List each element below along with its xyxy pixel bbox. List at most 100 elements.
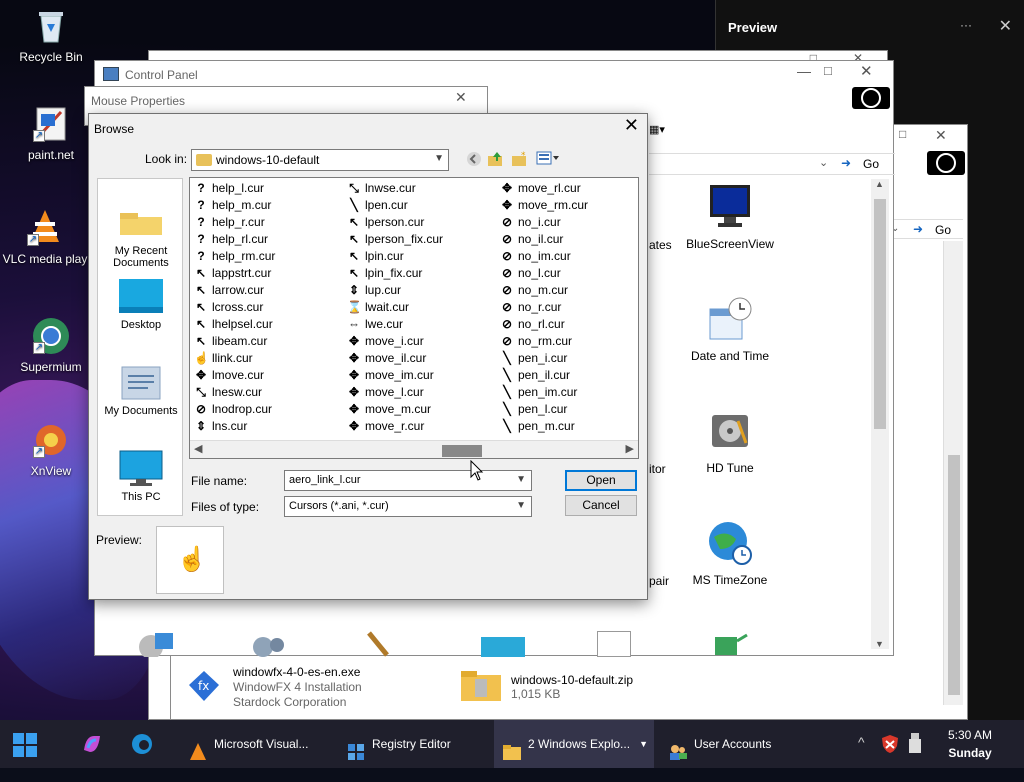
desktop-icon-supermium[interactable]: ↗ Supermium	[6, 316, 96, 374]
close-icon[interactable]: ✕	[455, 89, 467, 106]
file-item[interactable]: ⊘ no_il.cur	[498, 231, 638, 248]
file-item[interactable]: ✥ move_i.cur	[345, 333, 495, 350]
scroll-up-arrow[interactable]: ▲	[875, 179, 884, 189]
file-item[interactable]: ✥ move_rm.cur	[498, 197, 638, 214]
file-item[interactable]: ↖ lperson.cur	[345, 214, 495, 231]
scrollbar-thumb[interactable]	[442, 445, 482, 457]
look-in-dropdown[interactable]: windows-10-default ▼	[191, 149, 449, 171]
file-item[interactable]: ╲ pen_im.cur	[498, 384, 638, 401]
chevron-up-icon[interactable]: ^	[858, 734, 865, 750]
file-item[interactable]: ⇔ lwe.cur	[345, 316, 495, 333]
taskbar-item-windows-explorer[interactable]: 2 Windows Explo... ▼	[494, 720, 654, 768]
back-arrow-icon[interactable]	[465, 151, 483, 169]
file-item[interactable]: ⊘ no_r.cur	[498, 299, 638, 316]
place-recent-documents[interactable]: My Recent Documents	[98, 203, 184, 269]
file-item[interactable]: ╲ pen_il.cur	[498, 367, 638, 384]
file-item[interactable]: ✥ move_m.cur	[345, 401, 495, 418]
media-icon[interactable]	[135, 629, 175, 659]
file-item[interactable]: ⊘ no_rl.cur	[498, 316, 638, 333]
file-item[interactable]: ↖ libeam.cur	[192, 333, 342, 350]
new-folder-icon[interactable]: *	[511, 151, 529, 169]
display-icon[interactable]	[481, 637, 525, 657]
taskbar-item-visual-studio[interactable]: Microsoft Visual...	[180, 720, 328, 768]
file-item[interactable]: ⊘ no_l.cur	[498, 265, 638, 282]
file-item[interactable]: ↖ lpin_fix.cur	[345, 265, 495, 282]
scroll-right-arrow[interactable]: ▶	[626, 442, 634, 455]
file-item[interactable]: ↖ lappstrt.cur	[192, 265, 342, 282]
vertical-scrollbar[interactable]: ▲ ▼	[871, 179, 889, 649]
file-item[interactable]: ⊘ no_m.cur	[498, 282, 638, 299]
file-item[interactable]: ⊘ no_rm.cur	[498, 333, 638, 350]
control-panel-item-partial[interactable]: itor	[649, 462, 666, 476]
file-item[interactable]: ⇕ lns.cur	[192, 418, 342, 435]
close-icon[interactable]: ✕	[624, 115, 639, 136]
file-item[interactable]: ⊘ lnodrop.cur	[192, 401, 342, 418]
security-shield-icon[interactable]	[880, 734, 900, 754]
chevron-down-icon[interactable]: ▼	[434, 153, 444, 164]
file-item[interactable]: ✥ move_il.cur	[345, 350, 495, 367]
more-icon[interactable]: ···	[960, 18, 972, 32]
file-item[interactable]: ⤡ lnesw.cur	[192, 384, 342, 401]
file-item[interactable]: ✥ move_r.cur	[345, 418, 495, 435]
cancel-button[interactable]: Cancel	[565, 495, 637, 516]
circle-button[interactable]	[927, 151, 965, 175]
edge-icon[interactable]	[130, 732, 154, 756]
maximize-icon[interactable]: □	[824, 63, 832, 78]
chevron-down-icon[interactable]: ▼	[639, 720, 648, 768]
taskbar-item-user-accounts[interactable]: User Accounts	[660, 720, 810, 768]
scroll-left-arrow[interactable]: ◀	[194, 442, 202, 455]
control-panel-item-partial[interactable]: ates	[649, 238, 672, 252]
file-item[interactable]: ↖ larrow.cur	[192, 282, 342, 299]
file-item[interactable]: ? help_l.cur	[192, 180, 342, 197]
close-icon[interactable]: ✕	[935, 127, 947, 144]
watering-can-icon[interactable]	[707, 629, 749, 657]
view-menu-icon[interactable]	[535, 151, 561, 169]
file-item[interactable]: ↖ lpin.cur	[345, 248, 495, 265]
file-item[interactable]: ? help_r.cur	[192, 214, 342, 231]
control-panel-item-date-time[interactable]: Date and Time	[675, 295, 785, 363]
go-arrow-icon[interactable]: ➜	[841, 156, 851, 170]
scrollbar-thumb[interactable]	[948, 455, 960, 695]
control-panel-item-hd-tune[interactable]: HD Tune	[675, 407, 785, 475]
control-panel-item-bluescreenview[interactable]: BlueScreenView	[675, 183, 785, 251]
copilot-icon[interactable]	[80, 732, 104, 756]
minimize-icon[interactable]: —	[797, 63, 811, 79]
document-icon[interactable]	[597, 631, 631, 657]
file-item[interactable]: ↖ lperson_fix.cur	[345, 231, 495, 248]
usb-drive-icon[interactable]	[908, 732, 922, 754]
place-this-pc[interactable]: This PC	[98, 449, 184, 503]
file-item[interactable]: ✥ lmove.cur	[192, 367, 342, 384]
go-arrow-icon[interactable]: ➜	[913, 222, 923, 236]
file-item[interactable]: ╲ pen_l.cur	[498, 401, 638, 418]
control-panel-item-ms-timezone[interactable]: MS TimeZone	[675, 519, 785, 587]
chevron-down-icon[interactable]: ▼	[516, 474, 526, 485]
file-item[interactable]: ⊘ no_i.cur	[498, 214, 638, 231]
file-item[interactable]: ⇕ lup.cur	[345, 282, 495, 299]
desktop-icon-vlc[interactable]: ↗ VLC media play	[0, 208, 90, 266]
file-name-field[interactable]: aero_link_l.cur ▼	[284, 470, 532, 491]
file-item[interactable]: ✥ move_rl.cur	[498, 180, 638, 197]
file-list[interactable]: ? help_l.cur? help_m.cur? help_r.cur? help_r…	[189, 177, 639, 459]
vertical-scrollbar[interactable]	[943, 241, 963, 705]
control-panel-item-partial[interactable]: pair	[649, 574, 669, 588]
file-item[interactable]: ╲ pen_m.cur	[498, 418, 638, 435]
file-item[interactable]: ↖ lhelpsel.cur	[192, 316, 342, 333]
file-item[interactable]: ? help_rl.cur	[192, 231, 342, 248]
maximize-icon[interactable]: □	[899, 127, 906, 141]
place-my-documents[interactable]: My Documents	[98, 363, 184, 417]
file-item[interactable]: ✥ move_l.cur	[345, 384, 495, 401]
settings-gears-icon[interactable]	[247, 629, 287, 657]
file-item[interactable]: ⤡ lnwse.cur	[345, 180, 495, 197]
file-item-windowfx[interactable]: fx windowfx-4-0-es-en.exe WindowFX 4 Ins…	[179, 665, 439, 715]
desktop-icon-xnview[interactable]: ↗ XnView	[6, 420, 96, 478]
file-item[interactable]: ⊘ no_im.cur	[498, 248, 638, 265]
toolbar-icon[interactable]: ▦▾	[649, 123, 671, 141]
file-item[interactable]: ✥ move_im.cur	[345, 367, 495, 384]
file-item[interactable]: ? help_m.cur	[192, 197, 342, 214]
close-icon[interactable]: ✕	[999, 16, 1012, 36]
desktop-icon-paintnet[interactable]: ↗ paint.net	[6, 104, 96, 162]
tools-icon[interactable]	[363, 629, 403, 657]
file-item[interactable]: ╲ lpen.cur	[345, 197, 495, 214]
files-of-type-dropdown[interactable]: Cursors (*.ani, *.cur) ▼	[284, 496, 532, 517]
scrollbar-thumb[interactable]	[874, 199, 886, 429]
